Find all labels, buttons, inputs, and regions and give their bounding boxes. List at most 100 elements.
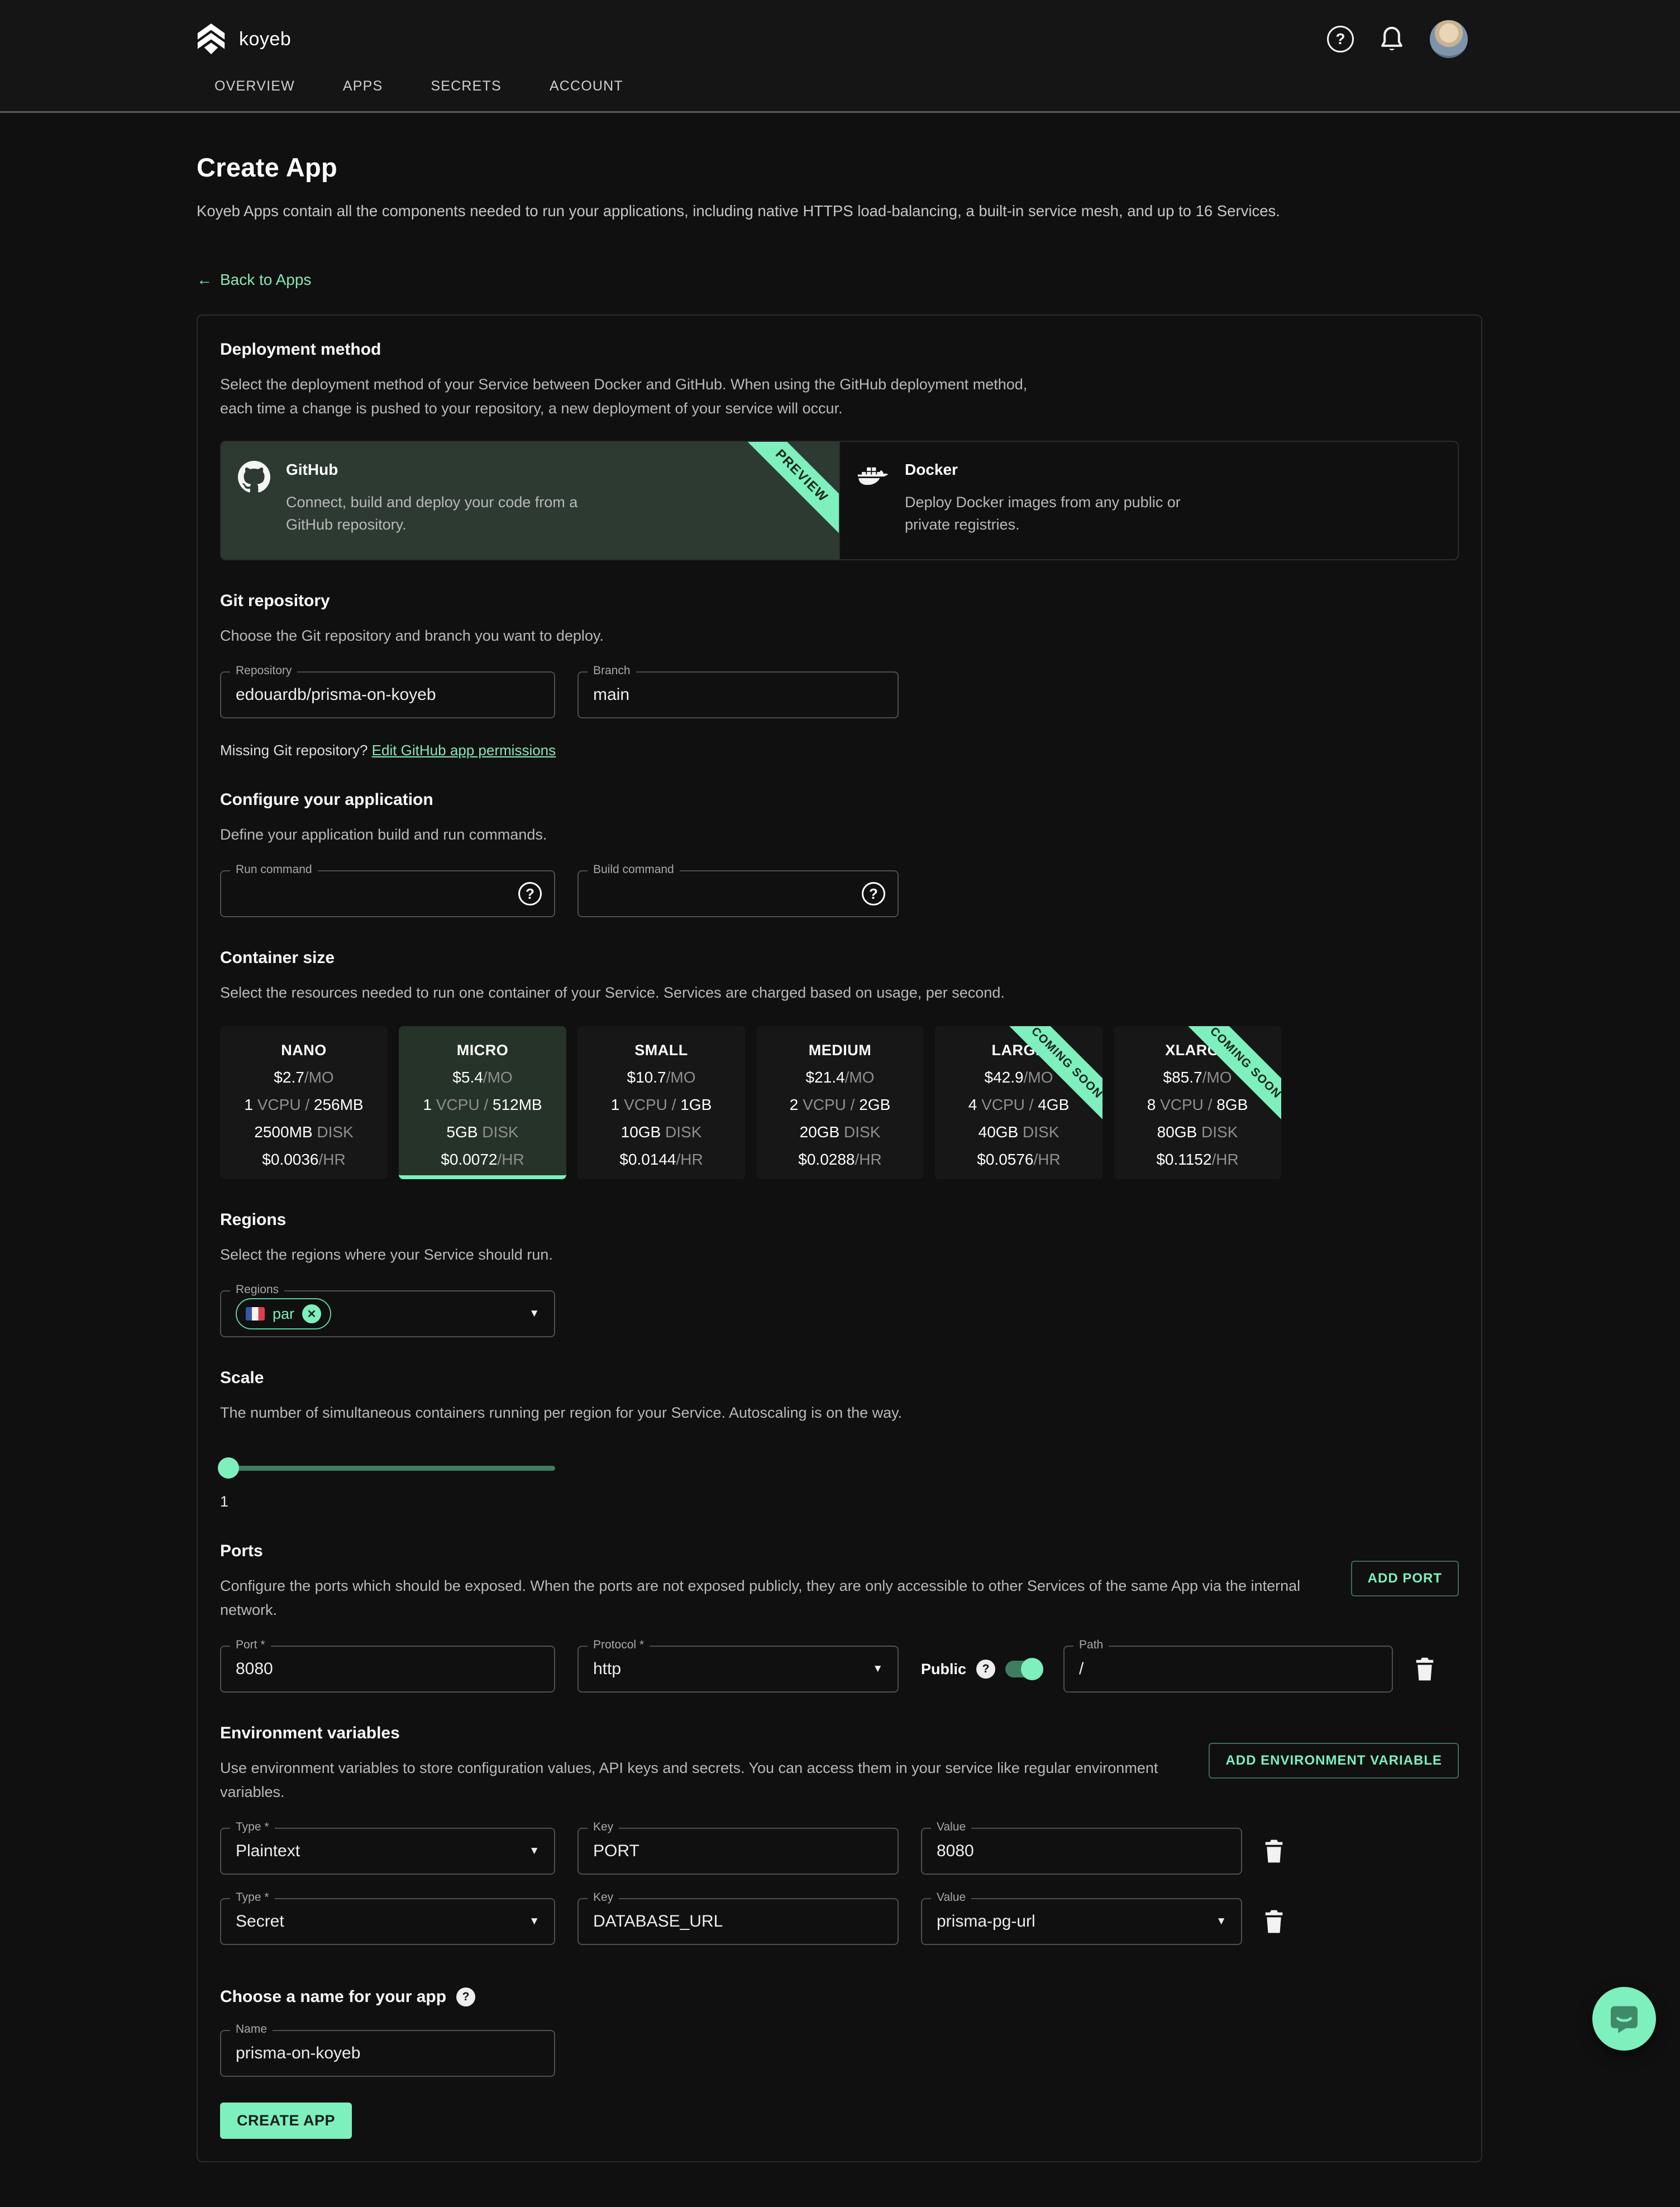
- section-scale: Scale The number of simultaneous contain…: [220, 1369, 1459, 1510]
- help-icon[interactable]: ?: [1327, 26, 1354, 53]
- env-key-input[interactable]: [593, 1842, 883, 1861]
- env-key-input[interactable]: [593, 1912, 883, 1931]
- slider-handle[interactable]: [218, 1457, 239, 1479]
- run-command-field[interactable]: Run command ?: [220, 870, 555, 917]
- path-field[interactable]: Path: [1063, 1646, 1393, 1693]
- chevron-down-icon: ▼: [872, 1663, 883, 1675]
- protocol-select[interactable]: Protocol * http ▼: [578, 1646, 899, 1693]
- configure-heading: Configure your application: [220, 790, 1459, 809]
- chevron-down-icon: ▼: [529, 1308, 540, 1320]
- env-value-select[interactable]: Value prisma-pg-url ▼: [921, 1898, 1242, 1945]
- create-app-form-panel: Deployment method Select the deployment …: [197, 314, 1482, 2162]
- run-command-input[interactable]: [236, 884, 540, 903]
- page-intro: Koyeb Apps contain all the components ne…: [197, 198, 1476, 224]
- repository-label: Repository: [230, 664, 297, 678]
- slider-track[interactable]: [220, 1466, 555, 1471]
- back-to-apps-link[interactable]: ← Back to Apps: [197, 271, 311, 289]
- page-title: Create App: [197, 152, 1482, 183]
- region-chip-par[interactable]: par ✕: [236, 1298, 331, 1329]
- section-ports: Ports Configure the ports which should b…: [220, 1542, 1459, 1693]
- env-description: Use environment variables to store confi…: [220, 1756, 1209, 1804]
- plan-card-xlarge[interactable]: XLARGE $85.7/MO 8 VCPU / 8GB 80GB DISK $…: [1114, 1026, 1281, 1179]
- user-avatar[interactable]: [1430, 20, 1468, 58]
- app-name-label: Name: [230, 2023, 273, 2036]
- section-container-size: Container size Select the resources need…: [220, 948, 1459, 1179]
- main-nav: OVERVIEW APPS SECRETS ACCOUNT: [214, 68, 1468, 111]
- env-key-field[interactable]: Key: [578, 1828, 899, 1875]
- app-name-help-icon[interactable]: ?: [456, 1987, 475, 2006]
- branch-input[interactable]: [593, 685, 883, 704]
- repository-field[interactable]: Repository: [220, 671, 555, 718]
- delete-port-button[interactable]: [1415, 1657, 1434, 1681]
- plan-card-small[interactable]: SMALL $10.7/MO 1 VCPU / 1GB 10GB DISK $0…: [578, 1026, 745, 1179]
- build-command-label: Build command: [588, 863, 680, 876]
- branch-field[interactable]: Branch: [578, 671, 899, 718]
- env-value-input[interactable]: [937, 1842, 1226, 1861]
- plan-card-nano[interactable]: NANO $2.7/MO 1 VCPU / 256MB 2500MB DISK …: [220, 1026, 388, 1179]
- run-command-help-icon[interactable]: ?: [518, 882, 542, 905]
- env-type-label: Type *: [230, 1891, 275, 1904]
- plan-cards: NANO $2.7/MO 1 VCPU / 256MB 2500MB DISK …: [220, 1026, 1459, 1179]
- regions-select[interactable]: Regions par ✕ ▼: [220, 1290, 555, 1337]
- back-link-label: Back to Apps: [220, 271, 311, 289]
- app-name-field[interactable]: Name: [220, 2030, 555, 2077]
- build-command-help-icon[interactable]: ?: [862, 882, 885, 905]
- remove-region-icon[interactable]: ✕: [302, 1304, 321, 1323]
- docker-card-title: Docker: [905, 461, 1223, 479]
- git-heading: Git repository: [220, 592, 1459, 611]
- repository-input[interactable]: [236, 685, 540, 704]
- github-icon: [238, 461, 270, 540]
- container-size-heading: Container size: [220, 948, 1459, 967]
- env-value-value: prisma-pg-url: [937, 1912, 1035, 1931]
- env-type-select[interactable]: Type * Secret ▼: [220, 1898, 555, 1945]
- container-size-description: Select the resources needed to run one c…: [220, 981, 1459, 1005]
- tab-overview[interactable]: OVERVIEW: [214, 78, 295, 94]
- france-flag-icon: [246, 1307, 265, 1321]
- github-card-title: GitHub: [286, 461, 604, 479]
- branch-label: Branch: [588, 664, 636, 678]
- port-input[interactable]: [236, 1660, 540, 1679]
- env-key-field[interactable]: Key: [578, 1898, 899, 1945]
- docker-method-card[interactable]: Docker Deploy Docker images from any pub…: [839, 442, 1458, 559]
- intercom-chat-button[interactable]: [1592, 1987, 1656, 2051]
- app-name-input[interactable]: [236, 2044, 540, 2063]
- logo-text: koyeb: [239, 28, 291, 50]
- plan-card-medium[interactable]: MEDIUM $21.4/MO 2 VCPU / 2GB 20GB DISK $…: [756, 1026, 924, 1179]
- env-type-value: Plaintext: [236, 1842, 300, 1861]
- env-type-value: Secret: [236, 1912, 284, 1931]
- section-environment-variables: Environment variables Use environment va…: [220, 1724, 1459, 1945]
- koyeb-logo[interactable]: koyeb: [197, 23, 291, 55]
- docker-card-description: Deploy Docker images from any public or …: [905, 491, 1223, 536]
- env-row: Type * Secret ▼ Key Value prisma-pg-url …: [220, 1898, 1459, 1945]
- build-command-input[interactable]: [593, 884, 883, 903]
- public-help-icon[interactable]: ?: [976, 1660, 995, 1679]
- add-port-button[interactable]: ADD PORT: [1351, 1561, 1459, 1596]
- tab-secrets[interactable]: SECRETS: [431, 78, 501, 94]
- env-heading: Environment variables: [220, 1724, 1209, 1743]
- github-method-card[interactable]: GitHub Connect, build and deploy your co…: [221, 442, 839, 559]
- scale-value: 1: [220, 1493, 1459, 1510]
- delete-env-var-button[interactable]: [1264, 1910, 1283, 1933]
- public-toggle[interactable]: [1005, 1661, 1041, 1677]
- tab-account[interactable]: ACCOUNT: [550, 78, 623, 94]
- back-arrow-icon: ←: [197, 271, 212, 289]
- delete-env-var-button[interactable]: [1264, 1839, 1283, 1863]
- port-field[interactable]: Port *: [220, 1646, 555, 1693]
- tab-apps[interactable]: APPS: [343, 78, 383, 94]
- ports-description: Configure the ports which should be expo…: [220, 1574, 1329, 1622]
- create-app-button[interactable]: CREATE APP: [220, 2103, 352, 2139]
- env-type-label: Type *: [230, 1820, 275, 1834]
- build-command-field[interactable]: Build command ?: [578, 870, 899, 917]
- scale-slider[interactable]: [220, 1457, 555, 1479]
- public-toggle-group: Public ?: [921, 1660, 1041, 1679]
- env-type-select[interactable]: Type * Plaintext ▼: [220, 1828, 555, 1875]
- add-environment-variable-button[interactable]: ADD ENVIRONMENT VARIABLE: [1209, 1743, 1459, 1779]
- plan-card-large[interactable]: LARGE $42.9/MO 4 VCPU / 4GB 40GB DISK $0…: [935, 1026, 1102, 1179]
- plan-card-micro[interactable]: MICRO $5.4/MO 1 VCPU / 512MB 5GB DISK $0…: [399, 1026, 566, 1179]
- path-input[interactable]: [1079, 1660, 1377, 1679]
- env-value-field[interactable]: Value: [921, 1828, 1242, 1875]
- notifications-bell-icon[interactable]: [1380, 25, 1404, 53]
- preview-ribbon: PREVIEW: [731, 442, 839, 547]
- edit-github-permissions-link[interactable]: Edit GitHub app permissions: [372, 742, 556, 759]
- scale-description: The number of simultaneous containers ru…: [220, 1401, 1459, 1425]
